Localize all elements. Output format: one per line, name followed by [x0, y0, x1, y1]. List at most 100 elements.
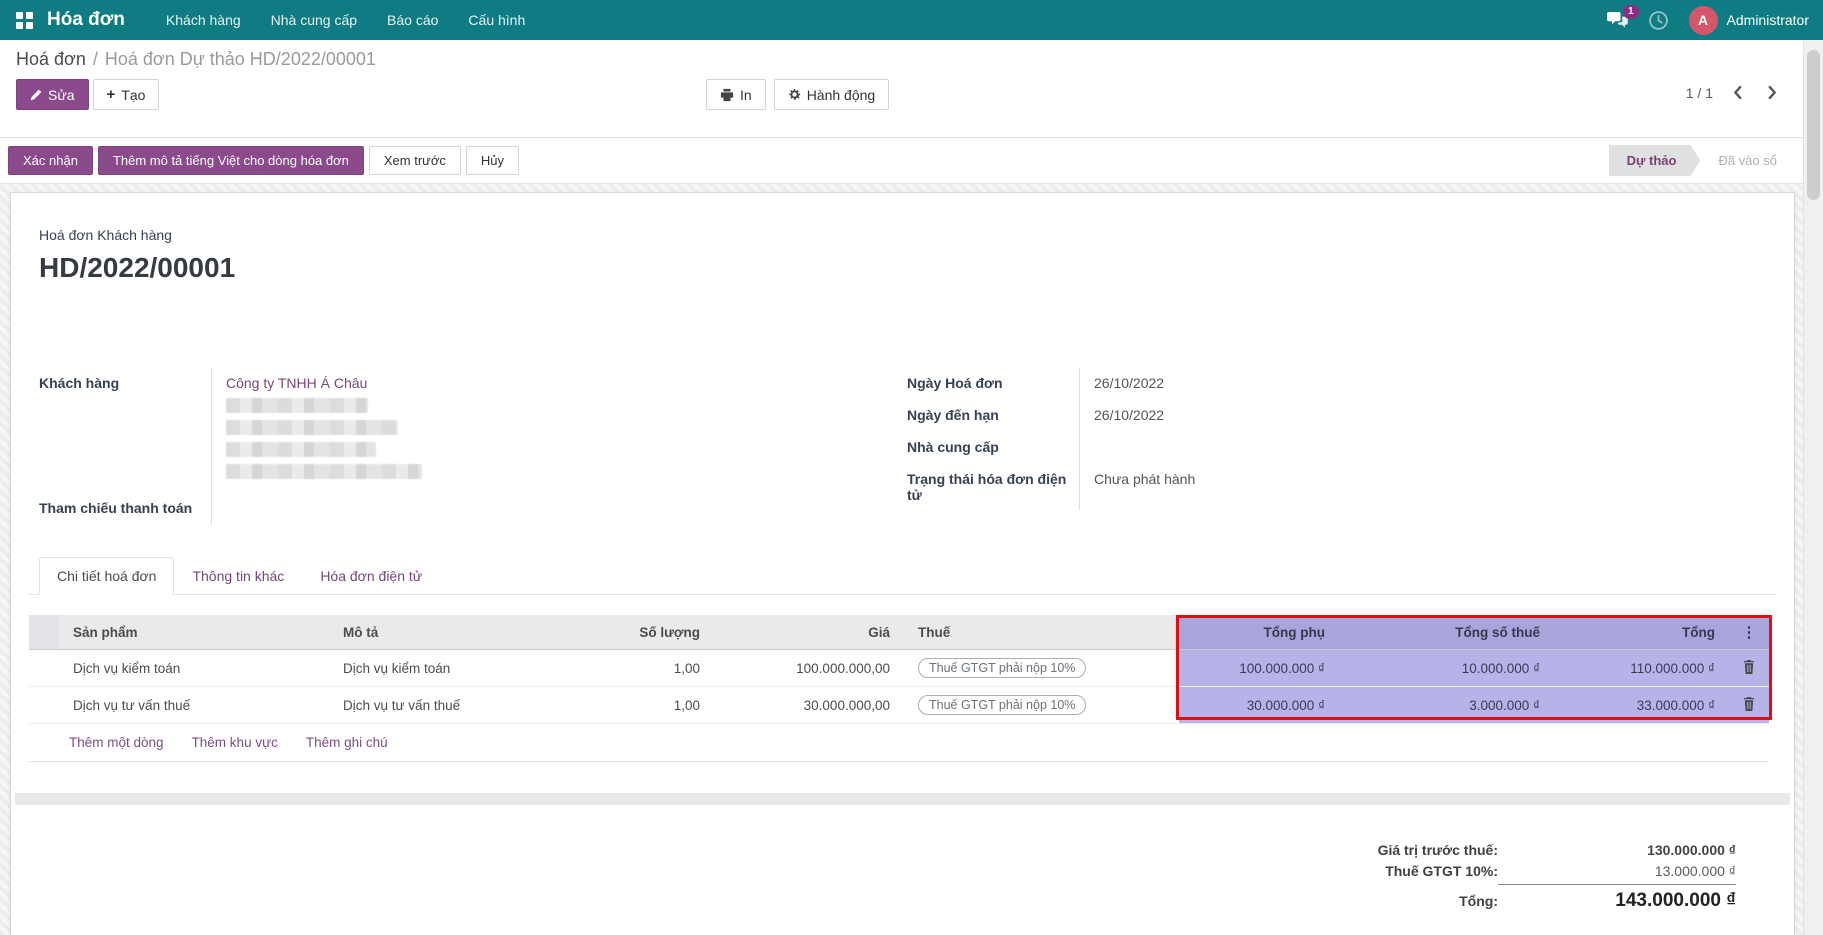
invoice-date-field[interactable]: 26/10/2022: [1079, 368, 1757, 400]
column-description[interactable]: Mô tả: [329, 615, 564, 650]
create-button[interactable]: + Tạo: [93, 79, 160, 110]
state-widget: Dự thảo Đã vào sổ: [1609, 145, 1795, 176]
edit-button[interactable]: Sửa: [16, 79, 89, 110]
untaxed-amount-label: Giá trị trước thuế:: [1378, 842, 1498, 858]
table-footer-links: Thêm một dòng Thêm khu vực Thêm ghi chú: [29, 724, 1769, 762]
apps-grid-icon[interactable]: [16, 12, 33, 29]
status-bar: Xác nhận Thêm mô tả tiếng Việt cho dòng …: [0, 137, 1803, 184]
cell-product[interactable]: Dịch vụ kiểm toán: [59, 650, 329, 687]
tax-badge: Thuế GTGT phải nộp 10%: [918, 658, 1086, 678]
cancel-button[interactable]: Hủy: [466, 146, 519, 175]
pager-next-icon[interactable]: [1762, 84, 1783, 101]
notebook-tabs: Chi tiết hoá đơn Thông tin khác Hóa đơn …: [29, 557, 1776, 595]
app-brand[interactable]: Hóa đơn: [47, 9, 125, 31]
control-panel: Hoá đơn/Hoá đơn Dự thảo HD/2022/00001 Sử…: [0, 40, 1803, 111]
tab-other-info[interactable]: Thông tin khác: [174, 557, 302, 595]
nav-item-reports[interactable]: Báo cáo: [372, 1, 453, 39]
tax-amount-row: Thuế GTGT 10%: 13.000.000 ₫: [1385, 863, 1736, 879]
pager-previous-icon[interactable]: [1727, 84, 1748, 101]
messages-icon[interactable]: 1: [1607, 12, 1628, 29]
redacted-address-line: [226, 420, 398, 435]
trash-icon: [1743, 697, 1755, 711]
cell-total[interactable]: 33.000.000 ₫: [1554, 687, 1729, 724]
cell-quantity[interactable]: 1,00: [564, 650, 714, 687]
einvoice-status-field: Chưa phát hành: [1079, 464, 1757, 510]
vertical-scrollbar[interactable]: [1803, 40, 1823, 935]
column-subtotal[interactable]: Tổng phụ: [1179, 615, 1339, 650]
breadcrumb-root[interactable]: Hoá đơn: [16, 49, 86, 69]
cell-price[interactable]: 30.000.000,00: [714, 687, 904, 724]
activities-clock-icon[interactable]: [1648, 10, 1669, 31]
delete-row-button[interactable]: [1729, 650, 1769, 687]
state-draft[interactable]: Dự thảo: [1609, 145, 1701, 176]
tab-invoice-lines[interactable]: Chi tiết hoá đơn: [39, 557, 174, 595]
row-handle[interactable]: [29, 687, 59, 724]
supplier-label: Nhà cung cấp: [907, 432, 1079, 464]
plus-icon: +: [107, 86, 116, 103]
supplier-field[interactable]: [1079, 432, 1757, 464]
tab-einvoice[interactable]: Hóa đơn điện tử: [302, 557, 440, 595]
confirm-button[interactable]: Xác nhận: [8, 146, 93, 175]
table-row[interactable]: Dịch vụ tư vấn thuế Dịch vụ tư vấn thuế …: [29, 687, 1769, 724]
add-vi-description-button[interactable]: Thêm mô tả tiếng Việt cho dòng hóa đơn: [98, 146, 364, 175]
print-button[interactable]: In: [706, 79, 766, 110]
cell-price[interactable]: 100.000.000,00: [714, 650, 904, 687]
delete-row-button[interactable]: [1729, 687, 1769, 724]
pencil-icon: [30, 89, 42, 101]
cell-tax-amount[interactable]: 3.000.000 ₫: [1339, 687, 1554, 724]
column-product[interactable]: Sản phẩm: [59, 615, 329, 650]
trash-icon: [1743, 660, 1755, 674]
column-tax-amount[interactable]: Tổng số thuế: [1339, 615, 1554, 650]
einvoice-status-label: Trạng thái hóa đơn điện tử: [907, 464, 1079, 510]
customer-link[interactable]: Công ty TNHH Á Châu: [226, 375, 367, 391]
messages-count-badge: 1: [1623, 5, 1639, 19]
state-posted[interactable]: Đã vào sổ: [1700, 145, 1795, 176]
user-menu[interactable]: A Administrator: [1689, 6, 1809, 35]
column-tax[interactable]: Thuế: [904, 615, 1179, 650]
tax-badge: Thuế GTGT phải nộp 10%: [918, 695, 1086, 715]
invoice-date-label: Ngày Hoá đơn: [907, 368, 1079, 400]
due-date-field[interactable]: 26/10/2022: [1079, 400, 1757, 432]
nav-item-configuration[interactable]: Cấu hình: [453, 1, 540, 39]
cell-quantity[interactable]: 1,00: [564, 687, 714, 724]
row-handle[interactable]: [29, 650, 59, 687]
nav-item-customers[interactable]: Khách hàng: [151, 1, 256, 39]
user-name: Administrator: [1727, 12, 1809, 28]
preview-button[interactable]: Xem trước: [369, 146, 461, 175]
redacted-address-line: [226, 398, 368, 413]
column-quantity[interactable]: Số lượng: [564, 615, 714, 650]
cell-description[interactable]: Dịch vụ kiểm toán: [329, 650, 564, 687]
optional-columns-icon[interactable]: ⋮: [1729, 615, 1769, 650]
table-header-row: Sản phẩm Mô tả Số lượng Giá Thuế Tổng ph…: [29, 615, 1769, 650]
add-section-link[interactable]: Thêm khu vực: [192, 735, 278, 750]
cell-tax-amount[interactable]: 10.000.000 ₫: [1339, 650, 1554, 687]
add-line-link[interactable]: Thêm một dòng: [69, 735, 164, 750]
grand-total-label: Tổng:: [1459, 893, 1498, 909]
add-note-link[interactable]: Thêm ghi chú: [306, 735, 388, 750]
scrollbar-thumb[interactable]: [1807, 50, 1820, 200]
table-row[interactable]: Dịch vụ kiểm toán Dịch vụ kiểm toán 1,00…: [29, 650, 1769, 687]
column-price[interactable]: Giá: [714, 615, 904, 650]
cell-subtotal[interactable]: 100.000.000 ₫: [1179, 650, 1339, 687]
customer-field[interactable]: Công ty TNHH Á Châu: [211, 368, 887, 493]
pager-value: 1 / 1: [1686, 85, 1713, 101]
grand-total-row: Tổng: 143.000.000 ₫: [1459, 884, 1736, 912]
invoice-lines-table: Sản phẩm Mô tả Số lượng Giá Thuế Tổng ph…: [29, 615, 1776, 762]
cell-product[interactable]: Dịch vụ tư vấn thuế: [59, 687, 329, 724]
column-total[interactable]: Tổng: [1554, 615, 1729, 650]
invoice-number: HD/2022/00001: [39, 252, 1776, 284]
cell-description[interactable]: Dịch vụ tư vấn thuế: [329, 687, 564, 724]
printer-icon: [720, 88, 734, 102]
tax-amount-value: 13.000.000 ₫: [1498, 863, 1736, 879]
redacted-address-line: [226, 442, 376, 457]
action-button[interactable]: Hành động: [774, 79, 890, 110]
breadcrumb: Hoá đơn/Hoá đơn Dự thảo HD/2022/00001: [16, 49, 1787, 70]
cell-subtotal[interactable]: 30.000.000 ₫: [1179, 687, 1339, 724]
terms-placeholder-bar[interactable]: [15, 793, 1790, 805]
cell-tax[interactable]: Thuế GTGT phải nộp 10%: [904, 650, 1179, 687]
redacted-address-line: [226, 464, 422, 479]
payment-reference-field[interactable]: [211, 493, 887, 525]
cell-tax[interactable]: Thuế GTGT phải nộp 10%: [904, 687, 1179, 724]
nav-item-vendors[interactable]: Nhà cung cấp: [256, 1, 372, 39]
cell-total[interactable]: 110.000.000 ₫: [1554, 650, 1729, 687]
